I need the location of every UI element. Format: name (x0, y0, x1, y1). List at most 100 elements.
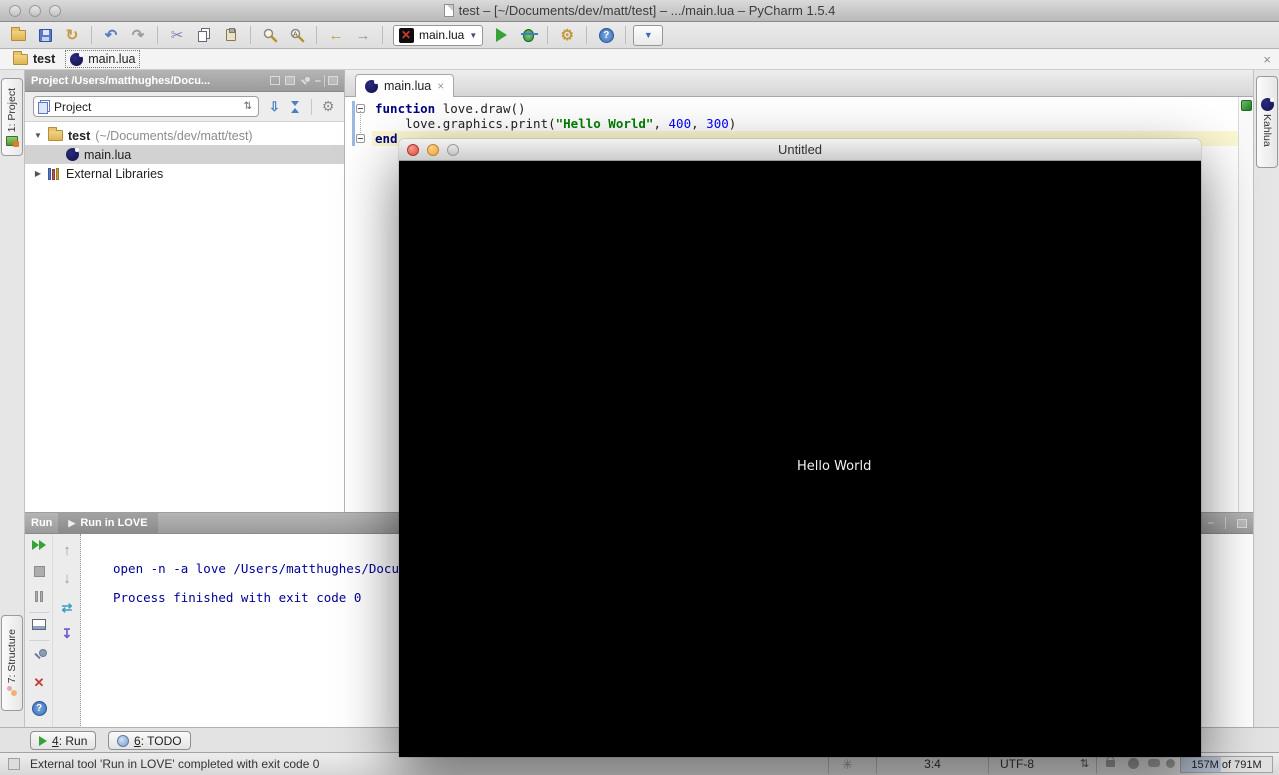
lock-icon[interactable] (1106, 756, 1115, 767)
soft-wrap-button[interactable]: ⇄ (53, 600, 81, 616)
spinner-icon: ✳ (842, 757, 853, 772)
code-line-1[interactable]: function love.draw() (375, 101, 526, 116)
tree-expanded-icon[interactable]: ▼ (33, 131, 43, 140)
collapse-all-button[interactable] (290, 100, 301, 113)
console-help-button[interactable]: ? (25, 701, 53, 716)
close-window-button[interactable] (407, 144, 419, 156)
sidebar-tab-project[interactable]: 1: Project (1, 78, 23, 156)
pin-tab-button[interactable] (25, 649, 53, 660)
debug-button[interactable] (516, 25, 540, 46)
main-toolbar: ↻ ↶ ↷ ✂ A ← → main.lua ▼ ⚙ ? ▼ (0, 22, 1279, 49)
fold-marker-icon[interactable] (356, 134, 365, 143)
settings-button[interactable]: ⚙ (555, 25, 579, 46)
minimize-icon[interactable]: – (1208, 517, 1214, 529)
sidebar-tab-structure[interactable]: 7: Structure (1, 615, 23, 711)
inspection-status-icon[interactable] (1241, 100, 1252, 111)
notifications-icon[interactable] (1148, 759, 1160, 767)
project-tool-window-header[interactable]: Project /Users/matthughes/Docu... – (25, 70, 344, 92)
paste-icon (226, 28, 236, 41)
toolbar-separator (316, 26, 317, 44)
zoom-window-button[interactable] (447, 144, 459, 156)
synchronize-button[interactable]: ↻ (60, 25, 84, 46)
dock-mode-icon[interactable] (284, 76, 295, 85)
run-configuration-select[interactable]: main.lua ▼ (393, 24, 484, 46)
left-tool-strip: 1: Project 7: Structure (0, 70, 25, 727)
back-button[interactable]: ← (324, 25, 348, 46)
rerun-button[interactable] (25, 540, 53, 550)
tree-collapsed-icon[interactable]: ▶ (33, 169, 43, 178)
libraries-icon (48, 167, 61, 180)
prev-occurrence-button[interactable]: ↑ (53, 542, 81, 559)
rerun-icon (32, 540, 39, 550)
stop-icon (33, 566, 45, 577)
code-line-2[interactable]: love.graphics.print("Hello World", 400, … (375, 116, 736, 131)
code-line-3[interactable]: end (375, 131, 398, 146)
close-tab-icon[interactable]: × (437, 79, 444, 93)
editor-scrollbar[interactable] (1238, 97, 1253, 512)
next-occurrence-button[interactable]: ↓ (53, 570, 81, 587)
play-icon: ▶ (68, 517, 76, 528)
lua-file-icon (66, 148, 79, 161)
breadcrumb-test[interactable]: test (13, 50, 55, 66)
cut-button[interactable]: ✂ (165, 25, 189, 46)
tree-row-main-lua[interactable]: ▶ main.lua (25, 145, 344, 164)
love-game-window[interactable]: Untitled Hello World (399, 139, 1201, 757)
help-button[interactable]: ? (594, 25, 618, 46)
minimize-icon[interactable]: – (315, 75, 321, 87)
inspector-profile-icon[interactable] (1128, 758, 1139, 769)
memory-indicator[interactable]: 157M of 791M (1180, 756, 1273, 773)
forward-icon: → (355, 26, 371, 44)
close-console-button[interactable]: ✕ (25, 675, 53, 691)
more-actions-button[interactable]: ▼ (633, 24, 664, 46)
copy-button[interactable] (192, 25, 216, 46)
sidebar-tab-kahlua[interactable]: Kahlua (1256, 76, 1278, 168)
gear-icon[interactable]: ⚙ (322, 98, 335, 115)
minimize-window-button[interactable] (427, 144, 439, 156)
toolwindow-button-run[interactable]: 4: Run (30, 731, 97, 750)
right-tool-strip: Kahlua (1253, 70, 1279, 727)
caret-position[interactable]: 3:4 (880, 757, 985, 771)
breadcrumb-main-lua[interactable]: main.lua (65, 50, 141, 68)
toolwindow-button-todo[interactable]: 6: TODO (108, 731, 191, 750)
run-button[interactable] (489, 25, 513, 46)
play-icon (39, 735, 47, 746)
file-encoding[interactable]: UTF-8 (1000, 757, 1034, 771)
replace-button[interactable]: A (285, 25, 309, 46)
help-icon: ? (598, 27, 614, 43)
project-header-title: Project /Users/matthughes/Docu... (31, 74, 211, 87)
run-tab[interactable]: ▶ Run in LOVE (58, 513, 158, 533)
close-icon[interactable]: × (1263, 52, 1271, 67)
header-separator (1225, 517, 1226, 529)
pause-button[interactable] (25, 591, 53, 602)
float-mode-icon[interactable] (269, 76, 280, 85)
project-view-select[interactable]: Project ⇅ (33, 96, 259, 117)
close-window-button[interactable] (9, 5, 21, 17)
run-toolbar-col1: ✕ ? (25, 534, 53, 728)
hide-tool-window-icon[interactable] (328, 76, 338, 85)
dock-down-icon[interactable] (1237, 518, 1247, 528)
autoscroll-to-source-button[interactable]: ⇩ (269, 99, 280, 115)
undo-button[interactable]: ↶ (99, 25, 123, 46)
paste-button[interactable] (219, 25, 243, 46)
stop-button[interactable] (25, 566, 53, 577)
restore-layout-button[interactable] (25, 619, 53, 630)
forward-button[interactable]: → (351, 25, 375, 46)
open-button[interactable] (6, 25, 30, 46)
encoding-stepper-icon[interactable]: ⇅ (1080, 757, 1089, 770)
minimize-window-button[interactable] (29, 5, 41, 17)
tree-row-test[interactable]: ▼ test (~/Documents/dev/matt/test) (25, 126, 344, 145)
scroll-to-end-button[interactable]: ↧ (53, 626, 81, 642)
find-button[interactable] (258, 25, 282, 46)
run-window-label: Run (31, 517, 53, 529)
love-window-titlebar[interactable]: Untitled (399, 139, 1201, 161)
background-task-icon[interactable] (8, 758, 20, 770)
pin-icon[interactable] (300, 76, 310, 86)
redo-button[interactable]: ↷ (126, 25, 150, 46)
status-message: External tool 'Run in LOVE' completed wi… (30, 757, 320, 771)
editor-tab-main-lua[interactable]: main.lua × (355, 74, 455, 97)
toolbar-separator (586, 26, 588, 44)
tree-row-external-libraries[interactable]: ▶ External Libraries (25, 164, 344, 183)
search-replace-icon: A (290, 28, 305, 43)
zoom-window-button[interactable] (49, 5, 61, 17)
save-button[interactable] (33, 25, 57, 46)
